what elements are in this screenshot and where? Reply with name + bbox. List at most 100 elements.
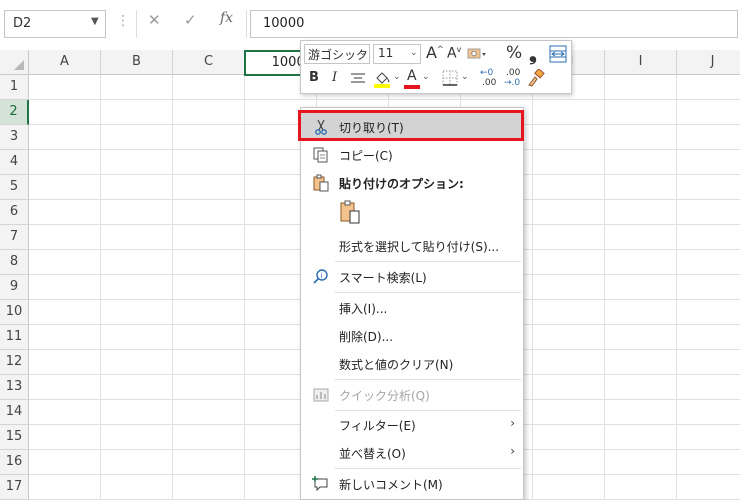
insert-function-icon[interactable]: fx: [220, 10, 233, 26]
menu-item-label: フィルター(E): [339, 419, 416, 433]
comma-style-button[interactable]: ❟: [529, 41, 537, 65]
increase-decimal-button[interactable]: ←0 .00: [480, 68, 502, 90]
chevron-down-icon[interactable]: ▼: [91, 16, 99, 27]
row-header-10[interactable]: 10: [0, 300, 29, 325]
more-options-icon[interactable]: ⋮: [116, 13, 130, 29]
menu-item-insert[interactable]: 挿入(I)...: [301, 294, 523, 322]
row-header-7[interactable]: 7: [0, 225, 29, 250]
quick-analysis-icon: [312, 386, 330, 404]
menu-item-label: 数式と値のクリア(N): [339, 358, 454, 372]
enter-icon[interactable]: ✓: [184, 11, 197, 29]
increase-font-size-button[interactable]: A^: [426, 43, 444, 62]
row-header-14[interactable]: 14: [0, 400, 29, 425]
row-header-16[interactable]: 16: [0, 450, 29, 475]
column-header-a[interactable]: A: [29, 50, 101, 75]
menu-separator: [335, 379, 521, 380]
select-all-button[interactable]: [0, 50, 29, 75]
align-center-icon[interactable]: [350, 72, 366, 86]
paste-option-icon[interactable]: [339, 200, 361, 224]
decrease-decimal-bottom: →.0: [504, 78, 521, 88]
menu-item-smart-lookup[interactable]: i スマート検索(L): [301, 263, 523, 291]
gridline-horizontal: [29, 99, 740, 100]
decrease-decimal-top: .00: [506, 68, 521, 78]
row-header-15[interactable]: 15: [0, 425, 29, 450]
menu-separator: [335, 261, 521, 262]
font-size-value: 11: [378, 46, 394, 60]
menu-item-copy[interactable]: コピー(C): [301, 141, 523, 169]
row-header-6[interactable]: 6: [0, 200, 29, 225]
gridline-vertical: [100, 75, 101, 500]
menu-item-clear-contents[interactable]: 数式と値のクリア(N): [301, 350, 523, 378]
menu-item-label: 並べ替え(O): [339, 447, 406, 461]
gridline-vertical: [676, 75, 677, 500]
merge-center-icon[interactable]: [549, 45, 567, 63]
percent-style-button[interactable]: %: [506, 43, 522, 63]
highlight-annotation: [298, 110, 524, 141]
select-all-triangle-icon: [14, 60, 24, 70]
divider: [246, 10, 247, 38]
row-header-11[interactable]: 11: [0, 325, 29, 350]
menu-separator: [335, 468, 521, 469]
font-color-dropdown-icon[interactable]: ⌄: [422, 72, 430, 82]
gridline-vertical: [532, 75, 533, 500]
chevron-down-icon: ⌄: [359, 48, 367, 58]
gridline-vertical: [244, 75, 245, 500]
divider: [136, 10, 137, 38]
font-name-select[interactable]: 游ゴシック ⌄: [304, 44, 370, 64]
font-color-button[interactable]: A: [404, 68, 420, 90]
column-header-i[interactable]: I: [605, 50, 677, 75]
menu-item-paste-special[interactable]: 形式を選択して貼り付け(S)...: [301, 232, 523, 260]
menu-item-label: コピー(C): [339, 149, 393, 163]
formula-value: 10000: [263, 16, 305, 31]
cancel-icon[interactable]: ✕: [148, 11, 161, 29]
menu-item-paste-options: 貼り付けのオプション:: [301, 169, 523, 197]
name-box[interactable]: D2 ▼: [4, 10, 106, 38]
row-header-3[interactable]: 3: [0, 125, 29, 150]
row-header-2[interactable]: 2: [0, 100, 29, 125]
decrease-decimal-button[interactable]: .00 →.0: [504, 68, 526, 90]
increase-decimal-top: ←0: [480, 68, 494, 78]
font-color-swatch: [404, 85, 420, 89]
borders-icon[interactable]: [442, 70, 458, 86]
row-header-4[interactable]: 4: [0, 150, 29, 175]
menu-item-label: 貼り付けのオプション:: [339, 177, 464, 191]
format-painter-icon[interactable]: [527, 68, 545, 87]
row-header-1[interactable]: 1: [0, 75, 29, 100]
menu-item-label: クイック分析(Q): [339, 389, 430, 403]
smart-lookup-icon: i: [312, 268, 330, 286]
row-header-12[interactable]: 12: [0, 350, 29, 375]
column-header-b[interactable]: B: [101, 50, 173, 75]
context-menu: 切り取り(T) コピー(C) 貼り付けのオプション: 形式を選択して貼り付け(S…: [300, 107, 524, 500]
column-header-j[interactable]: J: [677, 50, 740, 75]
accounting-format-icon[interactable]: [467, 46, 487, 62]
fill-color-icon[interactable]: [373, 69, 391, 89]
fill-color-dropdown-icon[interactable]: ⌄: [393, 72, 401, 82]
row-header-17[interactable]: 17: [0, 475, 29, 500]
column-header-c[interactable]: C: [173, 50, 245, 75]
copy-icon: [312, 146, 330, 164]
bold-button[interactable]: B: [309, 70, 319, 85]
menu-separator: [335, 292, 521, 293]
menu-item-label: 削除(D)...: [339, 330, 394, 344]
row-header-9[interactable]: 9: [0, 275, 29, 300]
row-header-8[interactable]: 8: [0, 250, 29, 275]
menu-item-quick-analysis: クイック分析(Q): [301, 381, 523, 409]
menu-item-delete[interactable]: 削除(D)...: [301, 322, 523, 350]
formula-input[interactable]: 10000: [250, 10, 738, 38]
decrease-font-size-button[interactable]: Av: [447, 45, 461, 62]
increase-decimal-bottom: .00: [482, 78, 497, 88]
menu-item-sort[interactable]: 並べ替え(O) ›: [301, 439, 523, 467]
gridline-vertical: [604, 75, 605, 500]
italic-button[interactable]: I: [332, 70, 337, 85]
font-size-select[interactable]: 11 ⌄: [373, 44, 421, 64]
submenu-arrow-icon: ›: [510, 416, 515, 430]
row-header-13[interactable]: 13: [0, 375, 29, 400]
font-color-glyph: A: [407, 68, 417, 84]
borders-dropdown-icon[interactable]: ⌄: [461, 72, 469, 82]
menu-item-label: スマート検索(L): [339, 271, 427, 285]
menu-item-new-comment[interactable]: 新しいコメント(M): [301, 470, 523, 498]
gridline-vertical: [172, 75, 173, 500]
menu-item-filter[interactable]: フィルター(E) ›: [301, 411, 523, 439]
new-comment-icon: [312, 475, 330, 493]
row-header-5[interactable]: 5: [0, 175, 29, 200]
